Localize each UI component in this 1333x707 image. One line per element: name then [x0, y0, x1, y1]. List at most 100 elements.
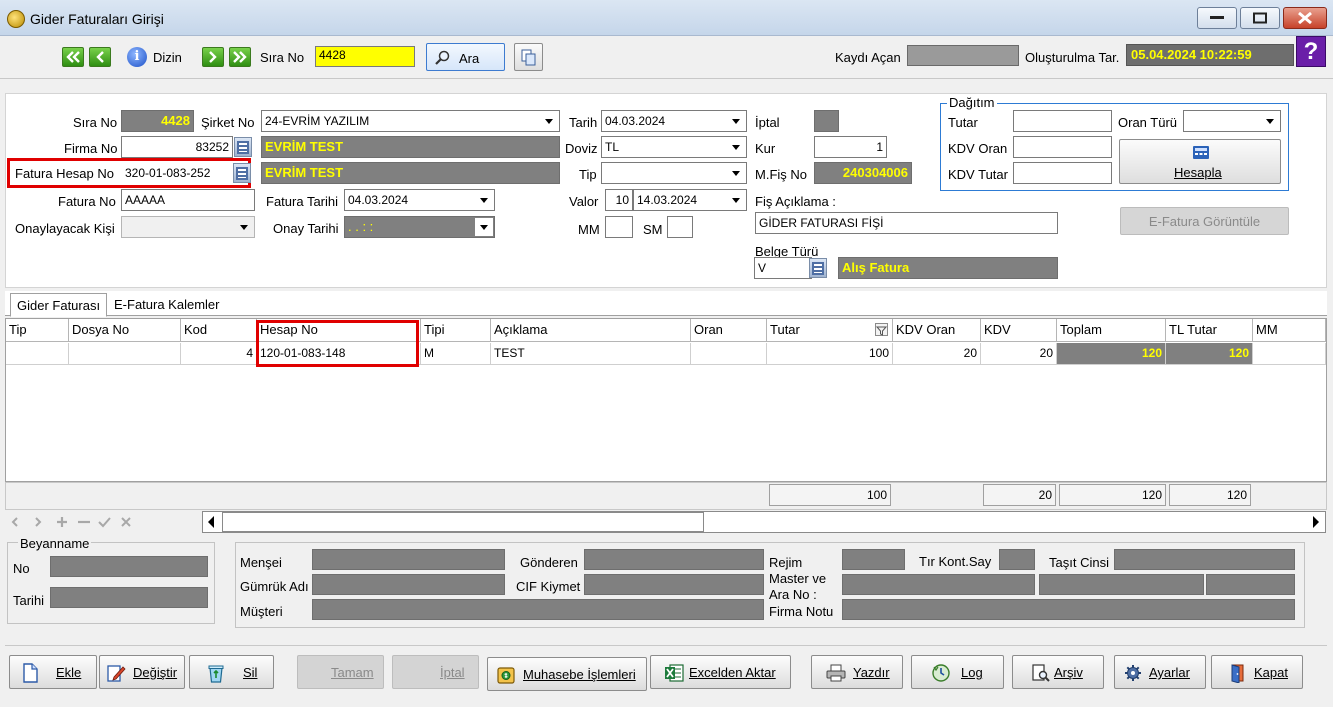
column-header-toplam[interactable]: Toplam: [1057, 319, 1166, 342]
onay-tarihi-combo[interactable]: . . : :: [344, 216, 495, 238]
chevron-down-icon[interactable]: [727, 138, 745, 156]
fatura-tarihi-combo[interactable]: 04.03.2024: [344, 189, 495, 211]
iptal-checkbox[interactable]: [814, 110, 839, 132]
column-header-aciklama[interactable]: Açıklama: [491, 319, 691, 342]
maximize-button[interactable]: [1240, 7, 1280, 29]
column-header-tipi[interactable]: Tipi: [421, 319, 491, 342]
tab-gider-faturasi[interactable]: Gider Faturası: [10, 293, 108, 317]
close-button[interactable]: [1283, 7, 1327, 29]
cell-tip[interactable]: [6, 343, 69, 365]
scroll-thumb[interactable]: [222, 512, 704, 532]
oran-turu-combo[interactable]: [1183, 110, 1281, 132]
firma-no-input[interactable]: 83252: [121, 136, 233, 158]
chevron-down-icon[interactable]: [727, 164, 745, 182]
next-record-button[interactable]: [202, 47, 224, 67]
column-header-tip[interactable]: Tip: [6, 319, 69, 342]
rejim-label: Rejim: [769, 555, 803, 570]
muhasebe-islemleri-button[interactable]: Muhasebe İşlemleri: [487, 657, 647, 691]
ayarlar-button[interactable]: Ayarlar: [1114, 655, 1206, 689]
chevron-down-icon[interactable]: [727, 112, 745, 130]
fatura-hesap-lookup-button[interactable]: [233, 163, 251, 183]
belge-turu-input[interactable]: V: [754, 257, 812, 279]
sm-input[interactable]: [667, 216, 693, 238]
iptal-button[interactable]: İptal: [392, 655, 479, 689]
cell-kdv-oran[interactable]: 20: [893, 343, 981, 365]
nav-cancel-icon[interactable]: [121, 517, 131, 527]
tarih-combo[interactable]: 04.03.2024: [601, 110, 747, 132]
tab-efatura-kalemler[interactable]: E-Fatura Kalemler: [108, 293, 225, 317]
efatura-goruntule-button[interactable]: E-Fatura Görüntüle: [1120, 207, 1289, 235]
chevron-down-icon[interactable]: [1261, 112, 1279, 130]
valor-date-combo[interactable]: 14.03.2024: [633, 189, 747, 211]
column-header-kod[interactable]: Kod: [181, 319, 257, 342]
last-record-button[interactable]: [229, 47, 251, 67]
kdv-tutar-input[interactable]: [1013, 162, 1112, 184]
tip-combo[interactable]: [601, 162, 747, 184]
firma-lookup-button[interactable]: [234, 137, 252, 157]
column-header-kdv-oran[interactable]: KDV Oran: [893, 319, 981, 342]
log-button[interactable]: Log: [911, 655, 1004, 689]
help-icon[interactable]: ?: [1296, 36, 1326, 67]
cell-tipi[interactable]: M: [421, 343, 491, 365]
cell-kod[interactable]: 4: [181, 343, 257, 365]
belge-turu-lookup-button[interactable]: [809, 258, 827, 278]
info-icon[interactable]: i: [127, 47, 147, 67]
scroll-right-icon[interactable]: [1311, 515, 1321, 529]
ekle-button[interactable]: Ekle: [9, 655, 97, 689]
excelden-aktar-button[interactable]: Excelden Aktar: [650, 655, 791, 689]
column-header-dosya-no[interactable]: Dosya No: [69, 319, 181, 342]
cell-toplam[interactable]: 120: [1057, 343, 1166, 365]
valor-days-input[interactable]: 10: [605, 189, 633, 211]
cell-dosya-no[interactable]: [69, 343, 181, 365]
doviz-combo[interactable]: TL: [601, 136, 747, 158]
previous-record-button[interactable]: [89, 47, 111, 67]
tamam-button[interactable]: Tamam: [297, 655, 384, 689]
chevron-down-icon[interactable]: [475, 191, 493, 209]
column-header-tl-tutar[interactable]: TL Tutar: [1166, 319, 1253, 342]
fis-aciklama-input[interactable]: GİDER FATURASI FİŞİ: [755, 212, 1058, 234]
chevron-down-icon[interactable]: [235, 218, 253, 236]
sil-button[interactable]: Sil: [189, 655, 274, 689]
chevron-down-icon[interactable]: [727, 191, 745, 209]
lookup-icon: [237, 141, 249, 154]
chevron-down-icon[interactable]: [540, 112, 558, 130]
olusturulma-label: Oluşturulma Tar.: [1025, 50, 1120, 65]
chevron-down-icon[interactable]: [475, 218, 493, 236]
nav-prev-icon[interactable]: [11, 517, 18, 527]
column-header-kdv[interactable]: KDV: [981, 319, 1057, 342]
sirket-no-combo[interactable]: 24-EVRİM YAZILIM: [261, 110, 560, 132]
hesapla-button[interactable]: Hesapla: [1119, 139, 1281, 184]
onaylayacak-combo[interactable]: [121, 216, 255, 238]
column-header-mm[interactable]: MM: [1253, 319, 1326, 342]
fatura-no-input[interactable]: AAAAA: [121, 189, 255, 211]
dagitim-tutar-input[interactable]: [1013, 110, 1112, 132]
column-header-oran[interactable]: Oran: [691, 319, 767, 342]
cell-aciklama[interactable]: TEST: [491, 343, 691, 365]
copy-button[interactable]: [514, 43, 543, 71]
mm-input[interactable]: [605, 216, 633, 238]
cell-oran[interactable]: [691, 343, 767, 365]
cell-mm[interactable]: [1253, 343, 1326, 365]
cell-kdv[interactable]: 20: [981, 343, 1057, 365]
firma-notu-value: [842, 599, 1295, 620]
kdv-oran-input[interactable]: [1013, 136, 1112, 158]
scroll-left-icon[interactable]: [206, 515, 216, 529]
nav-next-icon[interactable]: [35, 517, 42, 527]
dizin-button[interactable]: Dizin: [153, 50, 182, 65]
filter-icon[interactable]: [875, 323, 888, 336]
kur-input[interactable]: 1: [814, 136, 887, 158]
yazdir-button[interactable]: Yazdır: [811, 655, 903, 689]
cell-tl-tutar[interactable]: 120: [1166, 343, 1253, 365]
arsiv-button[interactable]: Arşiv: [1012, 655, 1104, 689]
ara-button[interactable]: Ara: [426, 43, 505, 71]
sira-no-search-input[interactable]: 4428: [315, 46, 415, 67]
title-bar: [0, 0, 1333, 36]
nav-check-icon[interactable]: [98, 517, 111, 528]
nav-add-icon[interactable]: [57, 517, 67, 527]
first-record-button[interactable]: [62, 47, 84, 67]
cell-tutar[interactable]: 100: [767, 343, 893, 365]
kapat-button[interactable]: Kapat: [1211, 655, 1303, 689]
fatura-hesap-input[interactable]: 320-01-083-252: [121, 162, 233, 184]
minimize-button[interactable]: [1197, 7, 1237, 29]
degistir-button[interactable]: Değiştir: [99, 655, 185, 689]
